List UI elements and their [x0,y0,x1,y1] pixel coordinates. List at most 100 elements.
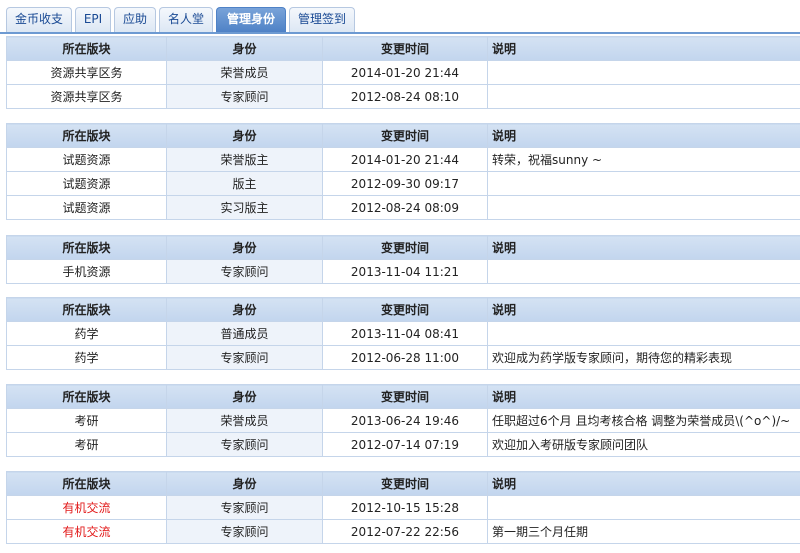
cell-time: 2012-07-14 07:19 [322,432,488,457]
cell-role: 版主 [166,171,323,196]
header-note: 说明 [487,471,800,496]
cell-section: 试题资源 [6,147,167,172]
identity-table: 所在版块 身份 变更时间 说明 资源共享区务 荣誉成员 2014-01-20 21:44 资源… [6,36,800,109]
tab-manage-identity[interactable]: 管理身份 [216,7,286,32]
cell-role: 荣誉成员 [166,408,323,433]
header-section: 所在版块 [6,36,167,61]
identity-table: 所在版块 身份 变更时间 说明 试题资源 荣誉版主 2014-01-20 21:44 转荣，祝… [6,123,800,220]
table-row: 手机资源 专家顾问 2013-11-04 11:21 [6,259,800,284]
table-header-row: 所在版块 身份 变更时间 说明 [6,235,800,260]
table-header-row: 所在版块 身份 变更时间 说明 [6,36,800,61]
cell-role: 普通成员 [166,321,323,346]
table-header-row: 所在版块 身份 变更时间 说明 [6,297,800,322]
table-header-row: 所在版块 身份 变更时间 说明 [6,471,800,496]
header-role: 身份 [166,123,323,148]
table-row: 考研 专家顾问 2012-07-14 07:19 欢迎加入考研版专家顾问团队 [6,432,800,457]
cell-section: 考研 [6,408,167,433]
identity-table: 所在版块 身份 变更时间 说明 有机交流 专家顾问 2012-10-15 15:28 有机交流… [6,471,800,544]
header-section: 所在版块 [6,471,167,496]
cell-section: 药学 [6,345,167,370]
cell-time: 2013-11-04 11:21 [322,259,488,284]
table-row: 试题资源 版主 2012-09-30 09:17 [6,171,800,196]
header-note: 说明 [487,123,800,148]
cell-note [487,259,800,284]
cell-section: 药学 [6,321,167,346]
tab-epi[interactable]: EPI [75,7,111,32]
table-row: 有机交流 专家顾问 2012-10-15 15:28 [6,495,800,520]
cell-role: 专家顾问 [166,432,323,457]
header-role: 身份 [166,384,323,409]
cell-section: 资源共享区务 [6,60,167,85]
cell-note: 欢迎加入考研版专家顾问团队 [487,432,800,457]
table-row: 资源共享区务 专家顾问 2012-08-24 08:10 [6,84,800,109]
header-section: 所在版块 [6,384,167,409]
cell-note [487,195,800,220]
cell-time: 2012-06-28 11:00 [322,345,488,370]
header-role: 身份 [166,36,323,61]
cell-time: 2012-09-30 09:17 [322,171,488,196]
header-section: 所在版块 [6,123,167,148]
cell-time: 2013-11-04 08:41 [322,321,488,346]
cell-section: 试题资源 [6,171,167,196]
header-note: 说明 [487,235,800,260]
cell-role: 专家顾问 [166,495,323,520]
table-row: 药学 普通成员 2013-11-04 08:41 [6,321,800,346]
cell-time: 2014-01-20 21:44 [322,60,488,85]
cell-role: 荣誉版主 [166,147,323,172]
cell-note: 第一期三个月任期 [487,519,800,544]
cell-section: 资源共享区务 [6,84,167,109]
cell-role: 荣誉成员 [166,60,323,85]
cell-time: 2012-10-15 15:28 [322,495,488,520]
table-row: 试题资源 实习版主 2012-08-24 08:09 [6,195,800,220]
header-role: 身份 [166,235,323,260]
cell-section: 有机交流 [6,519,167,544]
cell-note [487,60,800,85]
header-note: 说明 [487,36,800,61]
cell-time: 2012-08-24 08:09 [322,195,488,220]
cell-section: 手机资源 [6,259,167,284]
cell-role: 专家顾问 [166,84,323,109]
header-section: 所在版块 [6,297,167,322]
tab-hall-of-fame[interactable]: 名人堂 [159,7,213,32]
header-time: 变更时间 [322,297,488,322]
tab-bar: 金币收支 EPI 应助 名人堂 管理身份 管理签到 [0,0,800,34]
cell-section: 考研 [6,432,167,457]
cell-note [487,84,800,109]
cell-role: 实习版主 [166,195,323,220]
cell-time: 2012-08-24 08:10 [322,84,488,109]
identity-table: 所在版块 身份 变更时间 说明 药学 普通成员 2013-11-04 08:41 药学 专家顾问… [6,297,800,370]
cell-note [487,171,800,196]
table-row: 有机交流 专家顾问 2012-07-22 22:56 第一期三个月任期 [6,519,800,544]
cell-note: 欢迎成为药学版专家顾问，期待您的精彩表现 [487,345,800,370]
table-row: 试题资源 荣誉版主 2014-01-20 21:44 转荣，祝福sunny ~ [6,147,800,172]
cell-time: 2013-06-24 19:46 [322,408,488,433]
cell-role: 专家顾问 [166,519,323,544]
header-role: 身份 [166,471,323,496]
header-time: 变更时间 [322,471,488,496]
cell-note [487,495,800,520]
tab-coin-income[interactable]: 金币收支 [6,7,72,32]
header-time: 变更时间 [322,123,488,148]
table-row: 资源共享区务 荣誉成员 2014-01-20 21:44 [6,60,800,85]
identity-table: 所在版块 身份 变更时间 说明 考研 荣誉成员 2013-06-24 19:46 任职超过6个… [6,384,800,457]
cell-section: 有机交流 [6,495,167,520]
table-header-row: 所在版块 身份 变更时间 说明 [6,384,800,409]
cell-role: 专家顾问 [166,345,323,370]
cell-note [487,321,800,346]
header-time: 变更时间 [322,36,488,61]
header-time: 变更时间 [322,235,488,260]
header-role: 身份 [166,297,323,322]
header-note: 说明 [487,384,800,409]
cell-role: 专家顾问 [166,259,323,284]
tab-manage-checkin[interactable]: 管理签到 [289,7,355,32]
header-note: 说明 [487,297,800,322]
identity-table: 所在版块 身份 变更时间 说明 手机资源 专家顾问 2013-11-04 11:21 [6,235,800,284]
cell-note: 转荣，祝福sunny ~ [487,147,800,172]
cell-note: 任职超过6个月 且均考核合格 调整为荣誉成员\(^o^)/~ [487,408,800,433]
table-row: 药学 专家顾问 2012-06-28 11:00 欢迎成为药学版专家顾问，期待您的精彩… [6,345,800,370]
tab-help[interactable]: 应助 [114,7,156,32]
table-header-row: 所在版块 身份 变更时间 说明 [6,123,800,148]
header-time: 变更时间 [322,384,488,409]
table-row: 考研 荣誉成员 2013-06-24 19:46 任职超过6个月 且均考核合格 调整为… [6,408,800,433]
cell-section: 试题资源 [6,195,167,220]
